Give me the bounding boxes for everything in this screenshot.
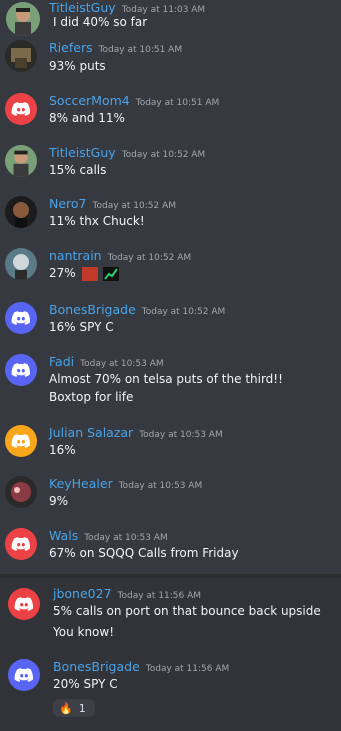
avatar[interactable] bbox=[6, 2, 40, 36]
message-text-value: 27% bbox=[49, 266, 76, 280]
username[interactable]: TitleistGuy Today at 10:52 AM bbox=[49, 145, 205, 160]
message-text: 67% on SQQQ Calls from Friday bbox=[49, 546, 239, 560]
timestamp: Today at 10:51 AM bbox=[135, 98, 220, 108]
message-text: Almost 70% on telsa puts of the third!! bbox=[49, 372, 283, 386]
timestamp: Today at 10:53 AM bbox=[84, 533, 168, 543]
message-text: 93% puts bbox=[49, 59, 106, 73]
username[interactable]: BonesBrigade Today at 11:56 AM bbox=[53, 659, 229, 674]
chat-panel-bottom: jbone027 Today at 11:56 AM 5% calls on po… bbox=[0, 578, 341, 731]
timestamp: Today at 10:53 AM bbox=[139, 430, 223, 440]
avatar[interactable] bbox=[5, 40, 37, 72]
username[interactable]: Wals Today at 10:53 AM bbox=[49, 528, 168, 543]
username[interactable]: KeyHealer Today at 10:53 AM bbox=[49, 476, 202, 491]
username[interactable]: nantrain Today at 10:52 AM bbox=[49, 248, 191, 263]
boxtop-emoji-icon bbox=[81, 266, 98, 281]
message-text: Boxtop for life bbox=[49, 390, 134, 404]
username[interactable]: Nero7 Today at 10:52 AM bbox=[49, 196, 176, 211]
avatar[interactable] bbox=[8, 588, 40, 620]
message-text: 11% thx Chuck! bbox=[49, 214, 145, 228]
avatar[interactable] bbox=[5, 302, 37, 334]
avatar[interactable] bbox=[8, 659, 40, 691]
avatar[interactable] bbox=[5, 248, 37, 280]
timestamp: Today at 10:52 AM bbox=[121, 150, 206, 160]
message-text: 15% calls bbox=[49, 163, 107, 177]
fire-icon: 🔥 bbox=[59, 701, 73, 715]
timestamp: Today at 11:56 AM bbox=[145, 664, 230, 674]
message-text: 5% calls on port on that bounce back ups… bbox=[53, 604, 321, 618]
message-text: 16% bbox=[49, 443, 76, 457]
username[interactable]: TitleistGuy Today at 11:03 AM bbox=[49, 0, 205, 15]
message-text: 20% SPY C bbox=[53, 677, 118, 691]
timestamp: Today at 10:52 AM bbox=[141, 307, 226, 317]
avatar[interactable] bbox=[5, 196, 37, 228]
username[interactable]: BonesBrigade Today at 10:52 AM bbox=[49, 302, 225, 317]
timestamp: Today at 10:53 AM bbox=[118, 481, 203, 491]
chart-up-emoji-icon bbox=[103, 266, 120, 281]
message-text: 8% and 11% bbox=[49, 111, 125, 125]
chat-panel-top: TitleistGuy Today at 11:03 AM I did 40% s… bbox=[0, 0, 341, 574]
username[interactable]: Julian Salazar Today at 10:53 AM bbox=[49, 425, 223, 440]
message-text: 9% bbox=[49, 494, 69, 508]
timestamp: Today at 10:53 AM bbox=[80, 359, 164, 369]
username[interactable]: Fadi Today at 10:53 AM bbox=[49, 354, 164, 369]
avatar[interactable] bbox=[5, 93, 37, 125]
message-text: You know! bbox=[53, 625, 115, 639]
timestamp: Today at 10:52 AM bbox=[107, 253, 192, 263]
reaction-chip[interactable]: 🔥 1 bbox=[53, 699, 95, 717]
message-text: I did 40% so far bbox=[53, 15, 148, 29]
message-text: 27% bbox=[49, 266, 120, 281]
avatar[interactable] bbox=[5, 476, 37, 508]
username[interactable]: Riefers Today at 10:51 AM bbox=[49, 40, 182, 55]
reaction-count: 1 bbox=[78, 701, 86, 715]
timestamp: Today at 11:56 AM bbox=[117, 591, 202, 601]
timestamp: Today at 10:52 AM bbox=[92, 201, 177, 211]
message-text: 16% SPY C bbox=[49, 320, 114, 334]
avatar[interactable] bbox=[5, 528, 37, 560]
timestamp: Today at 11:03 AM bbox=[121, 5, 206, 15]
avatar[interactable] bbox=[5, 145, 37, 177]
timestamp: Today at 10:51 AM bbox=[98, 45, 183, 55]
avatar[interactable] bbox=[5, 354, 37, 386]
username[interactable]: jbone027 Today at 11:56 AM bbox=[53, 586, 201, 601]
username[interactable]: SoccerMom4 Today at 10:51 AM bbox=[49, 93, 219, 108]
avatar[interactable] bbox=[5, 425, 37, 457]
